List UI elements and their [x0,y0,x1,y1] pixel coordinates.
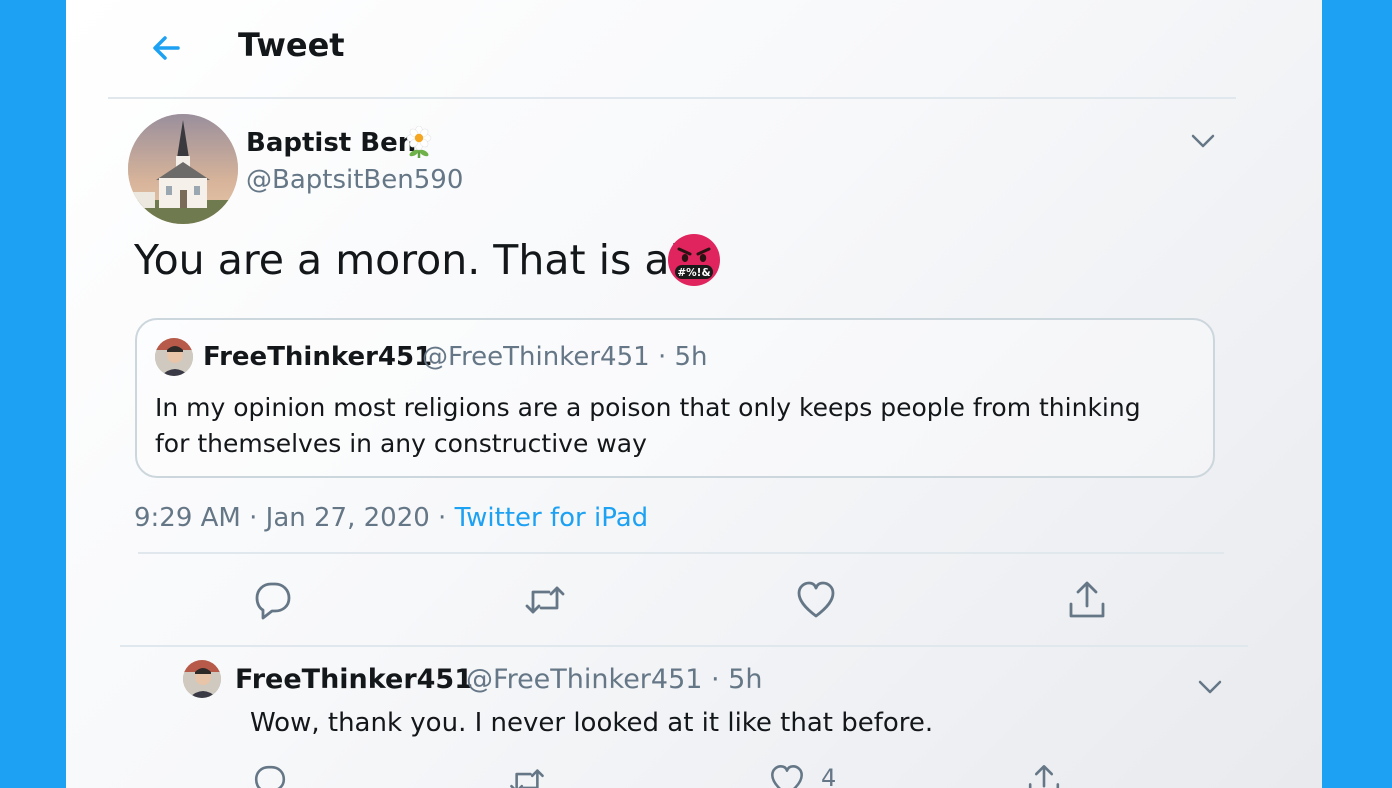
quoted-text: In my opinion most religions are a poiso… [155,393,1141,458]
tweet-page: Tweet Baptist Ben @BaptsitBen590 You are… [66,0,1322,788]
actions-divider [120,645,1248,647]
arrow-left-icon[interactable] [146,28,186,68]
share-icon[interactable] [1065,578,1109,622]
reply-retweet-icon[interactable] [508,762,546,788]
timestamp-divider [138,552,1224,554]
header-divider [108,97,1236,99]
quoted-tweet[interactable]: FreeThinker451 @FreeThinker451 · 5h In m… [135,318,1215,478]
emoji-symbols: #%!& [677,267,710,279]
tweet-text: You are a moron. That is all. [134,236,706,284]
quoted-avatar[interactable] [155,338,193,376]
author-display-name[interactable]: Baptist Ben [246,128,416,158]
reply-text: Wow, thank you. I never looked at it lik… [250,708,934,738]
reply-icon[interactable] [251,578,295,622]
chevron-down-icon[interactable] [1188,126,1218,156]
retweet-icon[interactable] [523,578,567,622]
avatar[interactable] [128,114,238,224]
reply-handle-time: @FreeThinker451 · 5h [466,664,763,695]
page-title: Tweet [238,26,345,64]
timestamp-text: 9:29 AM · Jan 27, 2020 · [134,503,455,533]
author-handle[interactable]: @BaptsitBen590 [246,165,463,195]
source-link[interactable]: Twitter for iPad [455,503,649,533]
flower-icon [402,125,436,160]
reply-chevron-down-icon[interactable] [1195,672,1225,702]
reply-share-icon[interactable] [1025,762,1063,788]
reply-like-count: 4 [821,764,837,788]
reply-display-name[interactable]: FreeThinker451 [235,664,473,695]
quoted-display-name[interactable]: FreeThinker451 [203,342,432,372]
quoted-handle-time: @FreeThinker451 · 5h [422,342,708,372]
angry-face-with-symbols-icon: #%!& [666,232,722,288]
reply-reply-icon[interactable] [251,762,289,788]
like-icon[interactable] [794,578,838,622]
reply-avatar[interactable] [183,660,221,698]
reply-like-icon[interactable] [768,762,806,788]
tweet-timestamp: 9:29 AM · Jan 27, 2020 · Twitter for iPa… [134,503,648,533]
